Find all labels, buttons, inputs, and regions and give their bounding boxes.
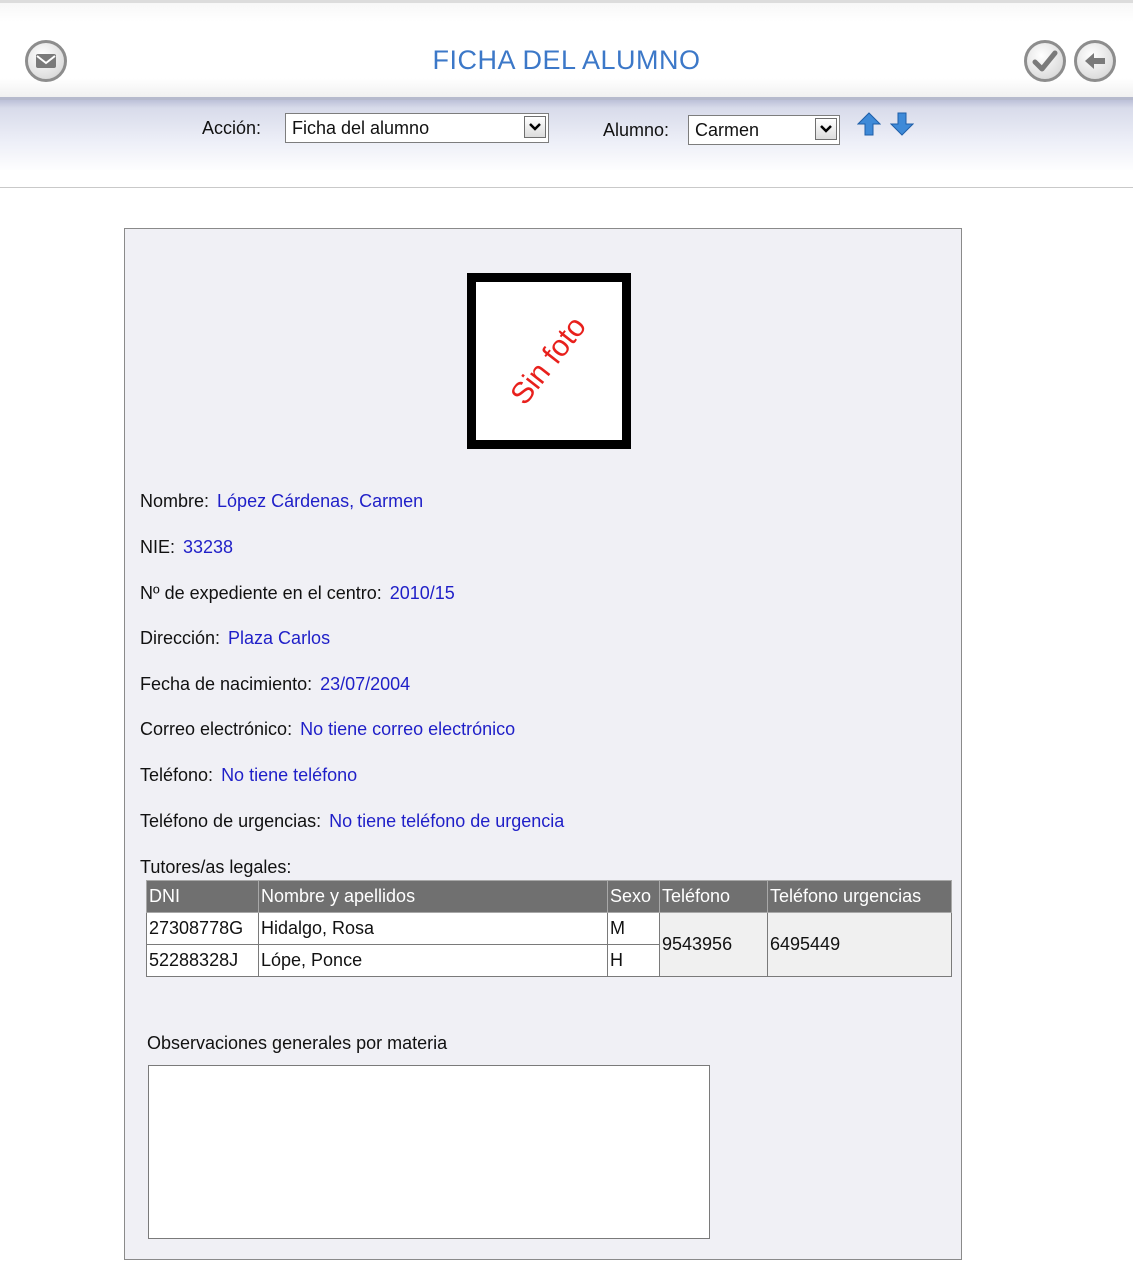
field-value: Plaza Carlos: [228, 628, 331, 648]
cell-nombre: Lópe, Ponce: [258, 944, 608, 977]
chevron-down-icon[interactable]: [524, 116, 546, 138]
field-label: Dirección:: [140, 628, 221, 648]
field-value: 2010/15: [389, 583, 455, 603]
field-correo: Correo electrónico: No tiene correo elect…: [140, 719, 515, 740]
field-expediente: Nº de expediente en el centro: 2010/15: [140, 583, 455, 604]
column-header: Nombre y apellidos: [258, 880, 608, 913]
header-bar: FICHA DEL ALUMNO: [0, 0, 1133, 97]
field-value: 23/07/2004: [320, 674, 411, 694]
accion-selected-value: Ficha del alumno: [292, 118, 430, 138]
check-icon: [1032, 50, 1058, 72]
cell-dni: 27308778G: [146, 912, 259, 945]
observations-label: Observaciones generales por materia: [147, 1033, 448, 1053]
column-header: DNI: [146, 880, 259, 913]
table-header-row: DNI Nombre y apellidos Sexo Teléfono Tel…: [146, 880, 952, 913]
column-header: Teléfono: [659, 880, 768, 913]
chevron-down-icon[interactable]: [815, 118, 837, 140]
field-label: Correo electrónico:: [140, 719, 293, 739]
separator: [0, 187, 1133, 188]
no-photo-text: Sin foto: [504, 310, 593, 411]
field-value: No tiene correo electrónico: [300, 719, 516, 739]
field-label: Fecha de nacimiento:: [140, 674, 313, 694]
cell-telefono-urgencias: 6495449: [767, 912, 952, 977]
student-photo-placeholder: Sin foto: [467, 273, 631, 449]
column-header: Sexo: [607, 880, 660, 913]
field-telefono-urgencias: Teléfono de urgencias: No tiene teléfono …: [140, 811, 564, 832]
column-header: Teléfono urgencias: [767, 880, 952, 913]
field-nie: NIE: 33238: [140, 537, 233, 558]
alumno-select[interactable]: Carmen: [688, 115, 840, 145]
tutors-table: DNI Nombre y apellidos Sexo Teléfono Tel…: [146, 880, 952, 977]
cell-sexo: H: [607, 944, 660, 977]
field-nacimiento: Fecha de nacimiento: 23/07/2004: [140, 674, 410, 695]
toolbar: Acción: Ficha del alumno Alumno: Carmen: [0, 97, 1133, 170]
alumno-label: Alumno:: [603, 120, 670, 140]
field-value: No tiene teléfono de urgencia: [329, 811, 565, 831]
field-nombre: Nombre: López Cárdenas, Carmen: [140, 491, 423, 512]
accion-select[interactable]: Ficha del alumno: [285, 113, 549, 143]
back-button[interactable]: [1074, 40, 1116, 82]
observations-textarea[interactable]: [148, 1065, 710, 1239]
field-label: Teléfono:: [140, 765, 214, 785]
cell-dni: 52288328J: [146, 944, 259, 977]
arrow-left-icon: [1085, 53, 1105, 69]
field-label: Nombre:: [140, 491, 210, 511]
field-value: 33238: [183, 537, 234, 557]
field-label: Nº de expediente en el centro:: [140, 583, 382, 603]
field-value: López Cárdenas, Carmen: [217, 491, 424, 511]
tutors-label: Tutores/as legales:: [140, 857, 292, 877]
arrow-up-icon[interactable]: [857, 112, 881, 136]
accion-label: Acción:: [202, 118, 262, 138]
field-label: Teléfono de urgencias:: [140, 811, 322, 831]
field-telefono: Teléfono: No tiene teléfono: [140, 765, 357, 786]
cell-nombre: Hidalgo, Rosa: [258, 912, 608, 945]
cell-telefono: 9543956: [659, 912, 768, 977]
field-direccion: Dirección: Plaza Carlos: [140, 628, 330, 649]
arrow-down-icon[interactable]: [890, 112, 914, 136]
field-label: NIE:: [140, 537, 176, 557]
field-value: No tiene teléfono: [221, 765, 358, 785]
confirm-button[interactable]: [1024, 40, 1066, 82]
alumno-selected-value: Carmen: [695, 120, 760, 140]
page-title: FICHA DEL ALUMNO: [432, 45, 701, 75]
cell-sexo: M: [607, 912, 660, 945]
table-row: 27308778G Hidalgo, Rosa M 9543956 649544…: [146, 912, 952, 977]
student-card: Sin foto Nombre: López Cárdenas, Carmen N…: [124, 228, 962, 1260]
